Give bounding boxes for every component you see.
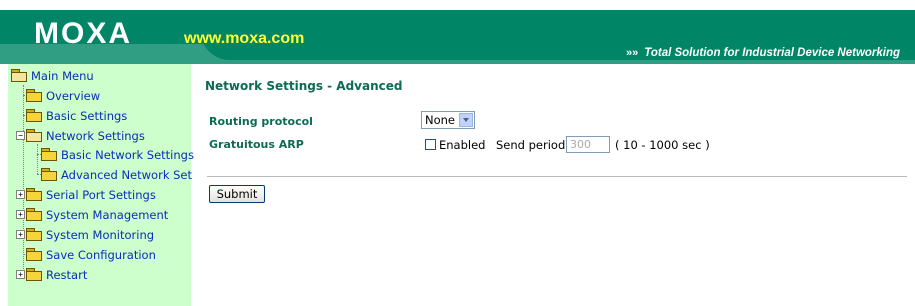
sidebar-item-label: Basic Settings bbox=[46, 109, 128, 123]
folder-icon bbox=[26, 208, 42, 221]
sidebar-item-label: Serial Port Settings bbox=[46, 188, 156, 202]
header-banner: MOXA www.moxa.com »» Total Solution for I… bbox=[0, 0, 915, 64]
site-url: www.moxa.com bbox=[184, 30, 305, 47]
main-content: Network Settings - Advanced Routing prot… bbox=[191, 64, 915, 306]
sidebar: Main Menu Overview Basic Settings − Netw… bbox=[8, 64, 194, 306]
sidebar-item-serial-port-settings[interactable]: Serial Port Settings bbox=[26, 186, 156, 204]
sidebar-tree: Main Menu Overview Basic Settings − Netw… bbox=[8, 64, 194, 306]
folder-icon bbox=[26, 89, 42, 102]
sidebar-item-label: Main Menu bbox=[31, 69, 94, 83]
open-folder-icon bbox=[11, 69, 27, 82]
routing-protocol-value: None bbox=[425, 113, 456, 127]
sidebar-item-network-settings[interactable]: Network Settings bbox=[26, 127, 145, 145]
folder-icon bbox=[41, 168, 57, 181]
sidebar-item-label: System Monitoring bbox=[46, 228, 155, 242]
send-period-label: Send period bbox=[496, 138, 566, 152]
expand-icon[interactable]: + bbox=[16, 210, 25, 219]
moxa-logo: MOXA bbox=[34, 17, 132, 50]
sidebar-item-label: System Management bbox=[46, 208, 169, 222]
open-folder-icon bbox=[26, 129, 42, 142]
folder-icon bbox=[26, 188, 42, 201]
folder-icon bbox=[26, 228, 42, 241]
divider bbox=[207, 176, 907, 177]
submit-button[interactable]: Submit bbox=[209, 185, 265, 203]
folder-icon bbox=[26, 109, 42, 122]
gratuitous-arp-enabled-checkbox[interactable] bbox=[425, 139, 436, 150]
folder-icon bbox=[26, 248, 42, 261]
sidebar-item-save-configuration[interactable]: Save Configuration bbox=[26, 246, 156, 264]
header-top-strip bbox=[0, 0, 915, 10]
sidebar-item-label: Restart bbox=[46, 268, 88, 282]
sidebar-item-label: Basic Network Settings bbox=[61, 148, 194, 162]
chevron-down-icon bbox=[459, 113, 473, 127]
sidebar-item-basic-settings[interactable]: Basic Settings bbox=[26, 107, 127, 125]
sidebar-item-overview[interactable]: Overview bbox=[26, 87, 100, 105]
expand-icon[interactable]: + bbox=[16, 190, 25, 199]
tagline-text: Total Solution for Industrial Device Net… bbox=[644, 47, 901, 59]
sidebar-item-system-management[interactable]: System Management bbox=[26, 206, 168, 224]
send-period-input[interactable]: 300 bbox=[566, 136, 610, 153]
folder-icon bbox=[41, 148, 57, 161]
sidebar-item-main-menu[interactable]: Main Menu bbox=[11, 67, 94, 85]
sidebar-item-label: Network Settings bbox=[46, 129, 145, 143]
page-title: Network Settings - Advanced bbox=[205, 79, 403, 93]
expand-icon[interactable]: + bbox=[16, 230, 25, 239]
sidebar-item-system-monitoring[interactable]: System Monitoring bbox=[26, 226, 154, 244]
sidebar-item-advanced-network-settings[interactable]: Advanced Network Set bbox=[41, 166, 192, 184]
sidebar-item-label: Save Configuration bbox=[46, 248, 156, 262]
double-chevron-icon: »» bbox=[626, 47, 639, 59]
routing-protocol-select[interactable]: None bbox=[421, 111, 475, 129]
routing-protocol-label: Routing protocol bbox=[209, 115, 313, 128]
send-period-range: ( 10 - 1000 sec ) bbox=[615, 138, 710, 152]
tagline: »» Total Solution for Industrial Device N… bbox=[626, 46, 900, 60]
folder-icon bbox=[26, 268, 42, 281]
collapse-icon[interactable]: − bbox=[16, 131, 25, 140]
sidebar-item-restart[interactable]: Restart bbox=[26, 266, 87, 284]
enabled-label: Enabled bbox=[439, 138, 486, 152]
expand-icon[interactable]: + bbox=[16, 270, 25, 279]
sidebar-item-label: Overview bbox=[46, 89, 101, 103]
sidebar-item-label: Advanced Network Set bbox=[61, 168, 193, 182]
sidebar-item-basic-network-settings[interactable]: Basic Network Settings bbox=[41, 146, 194, 164]
gratuitous-arp-label: Gratuitous ARP bbox=[209, 138, 304, 151]
